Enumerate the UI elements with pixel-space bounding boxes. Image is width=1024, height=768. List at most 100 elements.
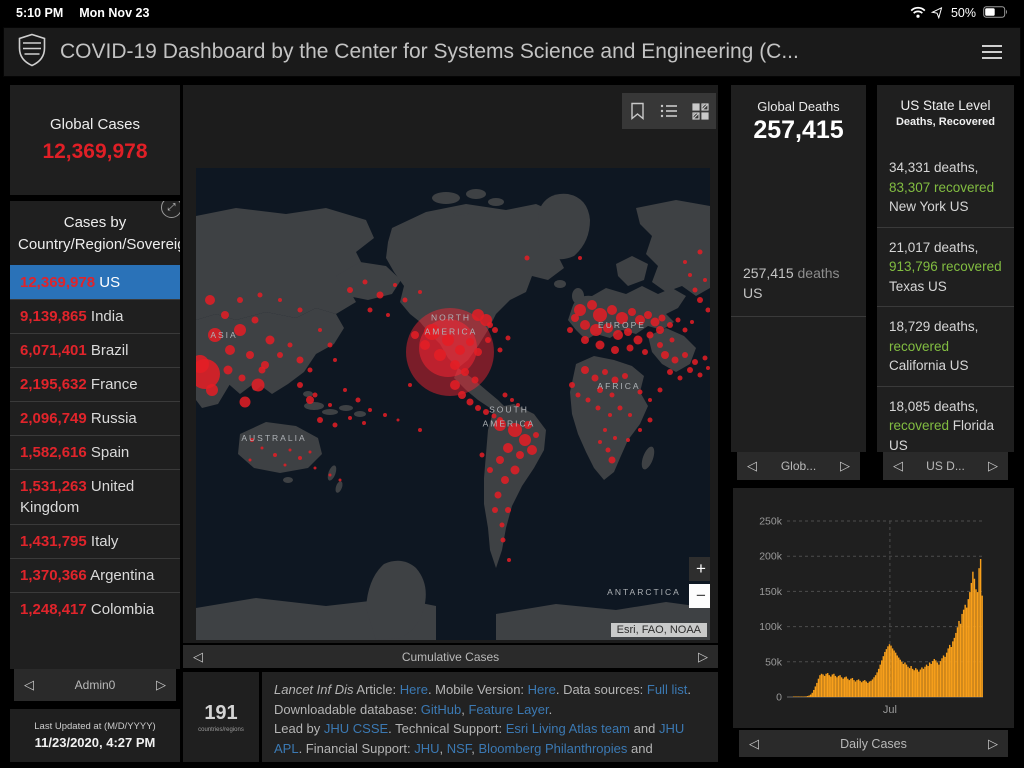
status-date: Mon Nov 23	[79, 6, 150, 20]
credits-panel: Lancet Inf Dis Article: Here. Mobile Ver…	[262, 672, 718, 762]
pager-prev-icon[interactable]: ◁	[747, 458, 757, 474]
pager-next-icon[interactable]: ▷	[840, 458, 850, 474]
state-place: New York US	[889, 199, 969, 214]
wifi-icon	[910, 6, 926, 21]
country-list: 12,369,978 US 9,139,865 India 6,071,401 Br…	[10, 264, 180, 626]
country-name: France	[90, 375, 138, 393]
pager-next-icon[interactable]: ▷	[988, 458, 998, 474]
state-row[interactable]: 18,729 deaths, recovered California US	[877, 307, 1014, 387]
world-map[interactable]: ASIA NORTH AMERICA EUROPE AFRICA SOUTH AMERI…	[196, 168, 710, 640]
credit-link[interactable]: Here	[400, 682, 428, 697]
state-row[interactable]: 18,085 deaths, recovered Florida US	[877, 387, 1014, 453]
pager-label: US D...	[926, 459, 965, 473]
countries-count-value: 191	[204, 701, 238, 724]
global-cases-value: 12,369,978	[42, 140, 148, 163]
credit-link[interactable]: JHU	[414, 741, 439, 756]
state-recovered: recovered	[889, 418, 950, 433]
pager-label: Cumulative Cases	[401, 649, 500, 664]
country-row[interactable]: 1,248,417 Colombia	[10, 591, 180, 626]
status-time: 5:10 PM	[16, 6, 64, 20]
state-deaths: 18,729 deaths,	[889, 319, 979, 334]
credit-text: .	[548, 701, 553, 717]
pager-next-icon[interactable]: ▷	[156, 677, 166, 693]
state-recovered: 83,307 recovered	[889, 179, 995, 195]
state-row[interactable]: 34,331 deaths, 83,307 recovered New York…	[877, 148, 1014, 228]
credit-link[interactable]: NSF	[447, 741, 472, 756]
credit-text: . Technical Support:	[388, 721, 506, 736]
chart-canvas: 0 50k 100k 150k 200k 250k Jul	[759, 516, 983, 716]
global-deaths-pager: ◁ Glob... ▷	[737, 452, 860, 480]
case-count: 6,071,401	[20, 341, 87, 359]
case-count: 1,582,616	[20, 443, 87, 461]
country-row[interactable]: 12,369,978 US	[10, 264, 180, 299]
y-tick-label: 200k	[759, 551, 783, 563]
credit-link[interactable]: Esri Living Atlas team	[506, 721, 630, 736]
expand-icon[interactable]: ⤢	[161, 201, 180, 218]
credit-text: . Data sources:	[555, 682, 647, 697]
legend-list-icon[interactable]	[659, 101, 679, 121]
country-row[interactable]: 1,582,616 Spain	[10, 434, 180, 469]
country-row[interactable]: 2,096,749 Russia	[10, 400, 180, 435]
state-row[interactable]: 21,017 deaths, 913,796 recovered Texas U…	[877, 228, 1014, 307]
credit-text: and	[630, 721, 659, 736]
country-row[interactable]: 9,139,865 India	[10, 298, 180, 333]
country-row[interactable]: 6,071,401 Brazil	[10, 332, 180, 367]
country-row[interactable]: 1,431,795 Italy	[10, 523, 180, 558]
map-pager: ◁ Cumulative Cases ▷	[183, 645, 718, 668]
last-updated-label: Last Updated at (M/D/YYYY)	[34, 721, 156, 732]
credit-link[interactable]: JHU CSSE	[324, 721, 388, 736]
country-name: Brazil	[90, 341, 129, 359]
last-updated-value: 11/23/2020, 4:27 PM	[34, 735, 156, 750]
us-state-level-subtitle: Deaths, Recovered	[895, 116, 996, 128]
pager-prev-icon[interactable]: ◁	[193, 649, 203, 665]
bookmark-icon[interactable]	[628, 101, 648, 121]
credit-link[interactable]: Bloomberg Philanthropies	[479, 741, 628, 756]
credit-text: and	[627, 740, 653, 756]
pager-next-icon[interactable]: ▷	[988, 736, 998, 752]
zoom-out-button[interactable]: −	[689, 584, 710, 608]
country-name: Colombia	[90, 600, 155, 618]
pager-prev-icon[interactable]: ◁	[893, 458, 903, 474]
basemap-icon[interactable]	[690, 101, 710, 121]
y-tick-label: 250k	[759, 516, 783, 528]
deaths-row[interactable]: 257,415 deaths US	[731, 263, 866, 317]
country-row[interactable]: 1,531,263 United Kingdom	[10, 468, 180, 524]
pager-prev-icon[interactable]: ◁	[24, 677, 34, 693]
states-list: 34,331 deaths, 83,307 recovered New York…	[877, 148, 1014, 452]
status-bar: 5:10 PM Mon Nov 23 50%	[0, 0, 1024, 24]
battery-percent: 50%	[950, 6, 976, 20]
credit-link[interactable]: Here	[528, 682, 556, 697]
country-row[interactable]: 1,370,366 Argentina	[10, 557, 180, 592]
y-tick-label: 150k	[759, 586, 783, 598]
country-name: Russia	[90, 409, 137, 427]
credit-link[interactable]: Full list	[647, 682, 687, 697]
credit-link[interactable]: Feature Layer	[468, 702, 548, 717]
menu-icon[interactable]	[978, 41, 1006, 63]
case-count: 1,370,366	[20, 566, 87, 584]
credit-text: Lancet Inf Dis	[274, 682, 354, 697]
global-deaths-label: Global Deaths	[757, 99, 840, 114]
credit-text: ,	[439, 740, 447, 756]
pager-label: Daily Cases	[840, 736, 907, 751]
daily-cases-chart: 0 50k 100k 150k 200k 250k Jul	[733, 488, 1014, 728]
global-cases-panel: Global Cases 12,369,978	[10, 85, 180, 195]
state-recovered: recovered	[889, 338, 950, 354]
pager-prev-icon[interactable]: ◁	[749, 736, 759, 752]
pager-label: Glob...	[780, 459, 817, 473]
country-row[interactable]: 2,195,632 France	[10, 366, 180, 401]
deaths-unit: deaths	[793, 265, 840, 281]
us-state-level-panel: US State Level Deaths, Recovered 34,331 …	[877, 85, 1014, 452]
case-count: 9,139,865	[20, 307, 87, 325]
last-updated-panel: Last Updated at (M/D/YYYY) 11/23/2020, 4…	[10, 709, 180, 762]
credit-link[interactable]: GitHub	[421, 702, 461, 717]
credit-text: . Financial Support:	[298, 740, 415, 756]
countries-count-panel: 191 countries/regions	[183, 672, 259, 762]
case-count: 1,431,795	[20, 532, 87, 550]
cases-by-country-title: Cases by Country/Region/Sovereignty	[18, 214, 180, 253]
y-tick-label: 50k	[765, 656, 783, 668]
zoom-in-button[interactable]: +	[689, 557, 710, 581]
pager-next-icon[interactable]: ▷	[698, 649, 708, 665]
y-tick-label: 100k	[759, 621, 783, 633]
x-tick-label: Jul	[883, 704, 897, 716]
country-name: Argentina	[90, 566, 155, 584]
